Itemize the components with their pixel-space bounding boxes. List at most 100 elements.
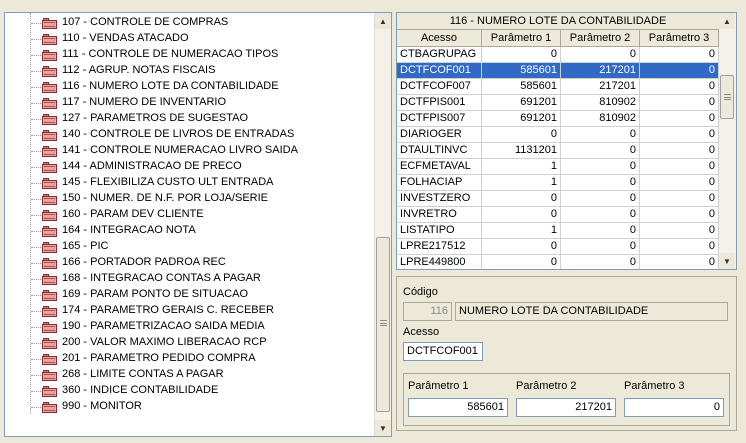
cell-acesso[interactable]: DCTFCOF007 xyxy=(397,79,482,95)
cell-parametro-3[interactable]: 0 xyxy=(640,111,719,127)
cell-acesso[interactable]: ECFMETAVAL xyxy=(397,159,482,175)
cell-parametro-1[interactable]: 585601 xyxy=(482,79,561,95)
cell-acesso[interactable]: INVRETRO xyxy=(397,207,482,223)
tree-item[interactable]: 165 - PIC xyxy=(5,239,365,255)
tree-item[interactable]: 141 - CONTROLE NUMERACAO LIVRO SAIDA xyxy=(5,143,365,159)
parametro-2-field[interactable]: 217201 xyxy=(516,398,616,417)
tree-item[interactable]: 117 - NUMERO DE INVENTARIO xyxy=(5,95,365,111)
table-row[interactable]: LPRE217512 0 0 0 xyxy=(397,239,719,255)
cell-parametro-1[interactable]: 691201 xyxy=(482,95,561,111)
column-header-parametro-1[interactable]: Parâmetro 1 xyxy=(482,30,561,47)
tree-item[interactable]: 111 - CONTROLE DE NUMERACAO TIPOS xyxy=(5,47,365,63)
cell-parametro-1[interactable]: 0 xyxy=(482,127,561,143)
tree-item[interactable]: 360 - INDICE CONTABILIDADE xyxy=(5,383,365,399)
cell-parametro-2[interactable]: 0 xyxy=(561,127,640,143)
cell-acesso[interactable]: DTAULTINVC xyxy=(397,143,482,159)
cell-parametro-1[interactable]: 1 xyxy=(482,223,561,239)
table-row[interactable]: DCTFPIS001 691201 810902 0 xyxy=(397,95,719,111)
cell-parametro-2[interactable]: 810902 xyxy=(561,111,640,127)
scroll-up-arrow-icon[interactable]: ▲ xyxy=(719,13,735,29)
cell-acesso[interactable]: FOLHACIAP xyxy=(397,175,482,191)
scroll-up-arrow-icon[interactable]: ▲ xyxy=(375,13,391,29)
cell-acesso[interactable]: CTBAGRUPAG xyxy=(397,47,482,63)
table-row[interactable]: INVESTZERO 0 0 0 xyxy=(397,191,719,207)
parametro-3-field[interactable]: 0 xyxy=(624,398,724,417)
cell-parametro-3[interactable]: 0 xyxy=(640,159,719,175)
cell-parametro-2[interactable]: 0 xyxy=(561,255,640,269)
scroll-down-arrow-icon[interactable]: ▼ xyxy=(375,420,391,436)
table-row[interactable]: DCTFCOF001 585601 217201 0 xyxy=(397,63,719,79)
column-header-parametro-2[interactable]: Parâmetro 2 xyxy=(561,30,640,47)
tree-item[interactable]: 144 - ADMINISTRACAO DE PRECO xyxy=(5,159,365,175)
tree-scroll-thumb[interactable] xyxy=(376,237,390,412)
tree-item[interactable]: 110 - VENDAS ATACADO xyxy=(5,31,365,47)
acesso-field[interactable]: DCTFCOF001 xyxy=(403,342,483,361)
tree-item[interactable]: 168 - INTEGRACAO CONTAS A PAGAR xyxy=(5,271,365,287)
cell-parametro-1[interactable]: 0 xyxy=(482,47,561,63)
tree-item[interactable]: 200 - VALOR MAXIMO LIBERACAO RCP xyxy=(5,335,365,351)
tree-item[interactable]: 268 - LIMITE CONTAS A PAGAR xyxy=(5,367,365,383)
table-row[interactable]: ECFMETAVAL 1 0 0 xyxy=(397,159,719,175)
cell-parametro-2[interactable]: 0 xyxy=(561,175,640,191)
cell-parametro-2[interactable]: 0 xyxy=(561,159,640,175)
cell-parametro-3[interactable]: 0 xyxy=(640,223,719,239)
cell-parametro-3[interactable]: 0 xyxy=(640,175,719,191)
table-row[interactable]: DCTFPIS007 691201 810902 0 xyxy=(397,111,719,127)
cell-parametro-3[interactable]: 0 xyxy=(640,47,719,63)
tree-item[interactable]: 112 - AGRUP. NOTAS FISCAIS xyxy=(5,63,365,79)
table-row[interactable]: DCTFCOF007 585601 217201 0 xyxy=(397,79,719,95)
cell-acesso[interactable]: INVESTZERO xyxy=(397,191,482,207)
tree-item[interactable]: 160 - PARAM DEV CLIENTE xyxy=(5,207,365,223)
cell-acesso[interactable]: LISTATIPO xyxy=(397,223,482,239)
table-row[interactable]: LISTATIPO 1 0 0 xyxy=(397,223,719,239)
cell-parametro-1[interactable]: 1 xyxy=(482,159,561,175)
cell-parametro-3[interactable]: 0 xyxy=(640,143,719,159)
cell-parametro-1[interactable]: 0 xyxy=(482,239,561,255)
cell-parametro-3[interactable]: 0 xyxy=(640,79,719,95)
parameter-tree[interactable]: 107 - CONTROLE DE COMPRAS 110 - VENDAS AT… xyxy=(4,12,392,437)
column-header-parametro-3[interactable]: Parâmetro 3 xyxy=(640,30,719,47)
cell-parametro-3[interactable]: 0 xyxy=(640,255,719,269)
cell-parametro-2[interactable]: 217201 xyxy=(561,63,640,79)
tree-item[interactable]: 990 - MONITOR xyxy=(5,399,365,415)
cell-acesso[interactable]: LPRE449800 xyxy=(397,255,482,269)
parameter-grid[interactable]: 116 - NUMERO LOTE DA CONTABILIDADE Acess… xyxy=(396,12,737,270)
cell-parametro-2[interactable]: 217201 xyxy=(561,79,640,95)
cell-parametro-1[interactable]: 1131201 xyxy=(482,143,561,159)
tree-item[interactable]: 145 - FLEXIBILIZA CUSTO ULT ENTRADA xyxy=(5,175,365,191)
cell-parametro-1[interactable]: 1 xyxy=(482,175,561,191)
cell-acesso[interactable]: DCTFCOF001 xyxy=(397,63,482,79)
tree-item[interactable]: 174 - PARAMETRO GERAIS C. RECEBER xyxy=(5,303,365,319)
cell-parametro-2[interactable]: 810902 xyxy=(561,95,640,111)
column-header-acesso[interactable]: Acesso xyxy=(397,30,482,47)
cell-parametro-1[interactable]: 0 xyxy=(482,191,561,207)
cell-parametro-3[interactable]: 0 xyxy=(640,207,719,223)
cell-parametro-3[interactable]: 0 xyxy=(640,191,719,207)
cell-parametro-2[interactable]: 0 xyxy=(561,143,640,159)
cell-acesso[interactable]: DCTFPIS001 xyxy=(397,95,482,111)
table-row[interactable]: LPRE449800 0 0 0 xyxy=(397,255,719,269)
cell-acesso[interactable]: DCTFPIS007 xyxy=(397,111,482,127)
tree-item[interactable]: 190 - PARAMETRIZACAO SAIDA MEDIA xyxy=(5,319,365,335)
tree-item[interactable]: 201 - PARAMETRO PEDIDO COMPRA xyxy=(5,351,365,367)
grid-scrollbar[interactable]: ▲ ▼ xyxy=(719,13,736,269)
cell-parametro-2[interactable]: 0 xyxy=(561,47,640,63)
table-row[interactable]: FOLHACIAP 1 0 0 xyxy=(397,175,719,191)
parametro-1-field[interactable]: 585601 xyxy=(408,398,508,417)
table-row[interactable]: DTAULTINVC 1131201 0 0 xyxy=(397,143,719,159)
tree-item[interactable]: 140 - CONTROLE DE LIVROS DE ENTRADAS xyxy=(5,127,365,143)
cell-parametro-3[interactable]: 0 xyxy=(640,127,719,143)
cell-parametro-2[interactable]: 0 xyxy=(561,239,640,255)
cell-parametro-1[interactable]: 0 xyxy=(482,207,561,223)
tree-item[interactable]: 166 - PORTADOR PADROA REC xyxy=(5,255,365,271)
cell-parametro-2[interactable]: 0 xyxy=(561,191,640,207)
cell-parametro-2[interactable]: 0 xyxy=(561,207,640,223)
tree-item[interactable]: 164 - INTEGRACAO NOTA xyxy=(5,223,365,239)
cell-parametro-3[interactable]: 0 xyxy=(640,95,719,111)
cell-acesso[interactable]: DIARIOGER xyxy=(397,127,482,143)
cell-acesso[interactable]: LPRE217512 xyxy=(397,239,482,255)
cell-parametro-3[interactable]: 0 xyxy=(640,63,719,79)
table-row[interactable]: CTBAGRUPAG 0 0 0 xyxy=(397,47,719,63)
cell-parametro-1[interactable]: 691201 xyxy=(482,111,561,127)
table-row[interactable]: INVRETRO 0 0 0 xyxy=(397,207,719,223)
